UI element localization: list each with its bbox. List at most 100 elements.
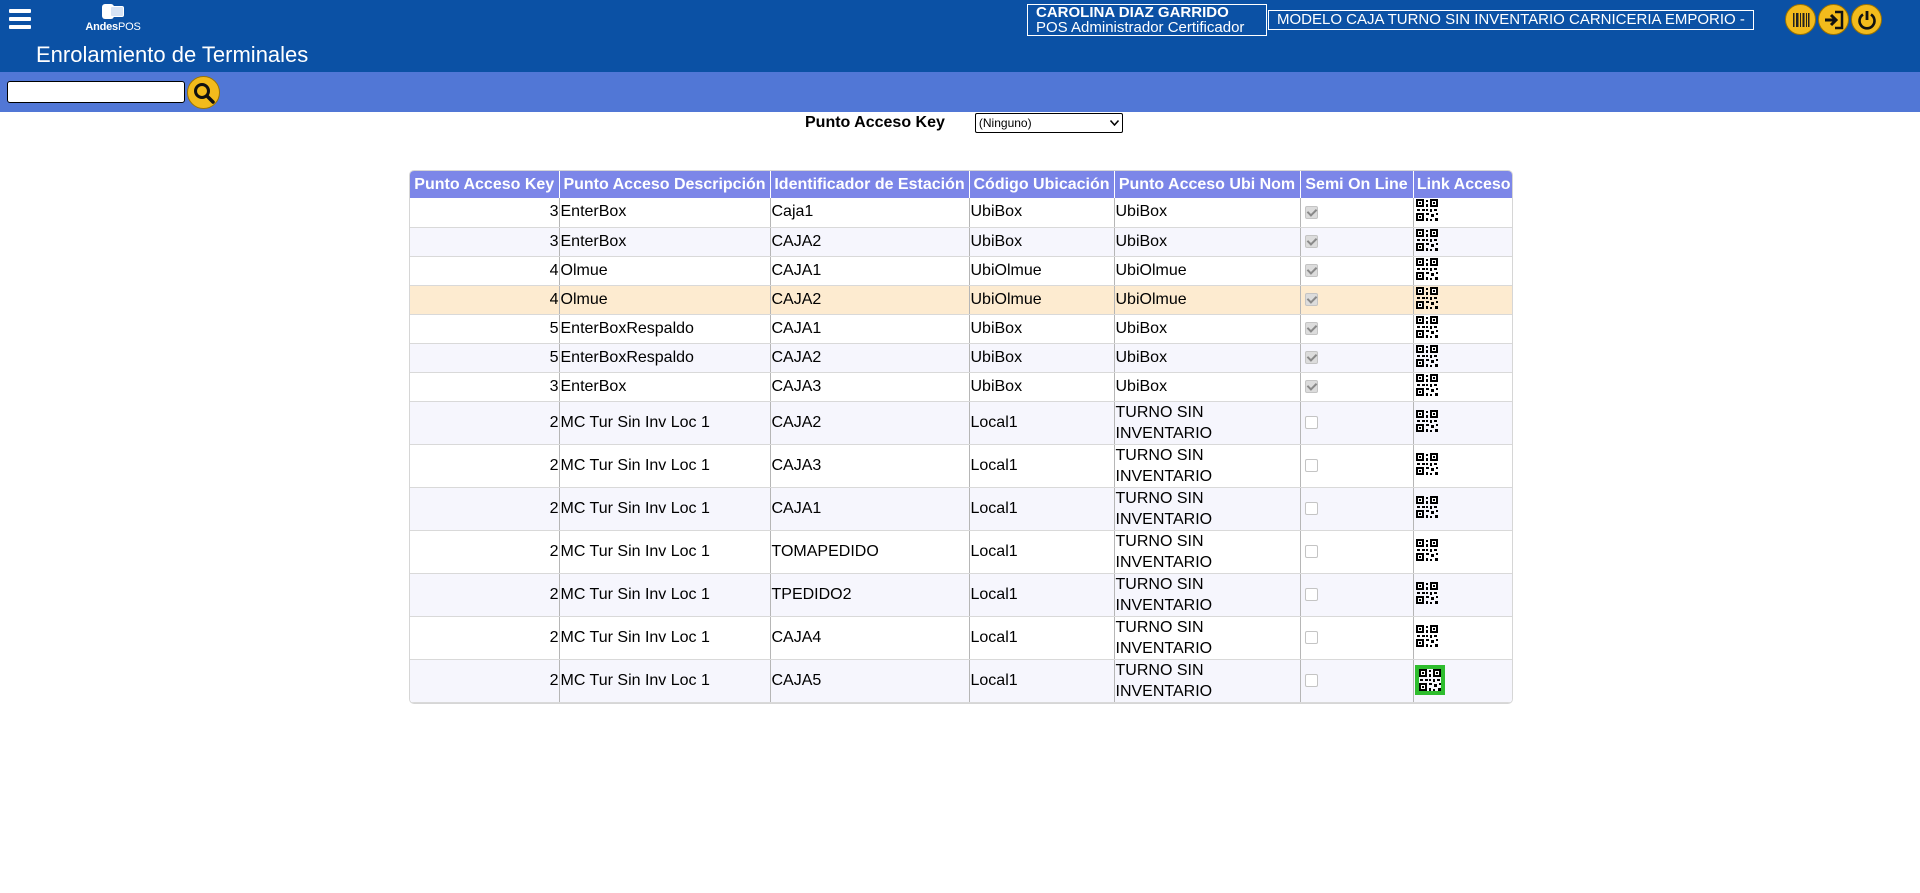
- cell-desc: MC Tur Sin Inv Loc 1: [559, 573, 771, 617]
- cell-link: [1413, 659, 1512, 703]
- cell-loc-code: Local1: [969, 659, 1115, 703]
- cell-link: [1413, 530, 1512, 574]
- cell-link: [1413, 401, 1512, 445]
- user-role: POS Administrador Certificador: [1036, 19, 1245, 36]
- qr-link-button[interactable]: [1415, 624, 1439, 648]
- table-row[interactable]: 4 Olmue CAJA1 UbiOlmue UbiOlmue: [410, 256, 1512, 286]
- cell-loc-name: UbiBox: [1114, 198, 1301, 228]
- cell-station: TPEDIDO2: [770, 573, 970, 617]
- login-icon[interactable]: [1818, 4, 1849, 35]
- qr-link-button[interactable]: [1415, 452, 1439, 476]
- qr-link-button[interactable]: [1415, 538, 1439, 562]
- power-icon[interactable]: [1851, 4, 1882, 35]
- cell-key: 5: [410, 343, 560, 373]
- semi-online-checkbox: [1304, 458, 1318, 472]
- cell-key: 2: [410, 659, 560, 703]
- cell-loc-name: UbiBox: [1114, 343, 1301, 373]
- qr-link-button[interactable]: [1415, 228, 1439, 252]
- col-header-link[interactable]: Link Acceso: [1413, 171, 1512, 198]
- model-selector[interactable]: MODELO CAJA TURNO SIN INVENTARIO CARNICE…: [1268, 10, 1754, 30]
- qr-link-button[interactable]: [1415, 373, 1439, 397]
- user-info: CAROLINA DIAZ GARRIDO POS Administrador …: [1027, 4, 1267, 36]
- cell-key: 2: [410, 530, 560, 574]
- cell-loc-name: UbiOlmue: [1114, 256, 1301, 286]
- barcode-icon[interactable]: [1785, 4, 1816, 35]
- col-header-loc-name[interactable]: Punto Acceso Ubi Nom: [1114, 171, 1301, 198]
- cell-key: 3: [410, 372, 560, 402]
- cell-desc: MC Tur Sin Inv Loc 1: [559, 401, 771, 445]
- cell-link: [1413, 314, 1512, 344]
- menu-icon[interactable]: [9, 9, 31, 29]
- table-row[interactable]: 3 EnterBox CAJA2 UbiBox UbiBox: [410, 227, 1512, 257]
- col-header-semi-online[interactable]: Semi On Line: [1300, 171, 1414, 198]
- col-header-desc[interactable]: Punto Acceso Descripción: [559, 171, 771, 198]
- table-row[interactable]: 2 MC Tur Sin Inv Loc 1 CAJA5 Local1 TURN…: [410, 659, 1512, 703]
- terminals-table: Punto Acceso Key Punto Acceso Descripció…: [410, 171, 1512, 703]
- page-title: Enrolamiento de Terminales: [36, 42, 309, 67]
- qr-link-button[interactable]: [1415, 409, 1439, 433]
- qr-code-icon: [1415, 452, 1438, 475]
- table-row[interactable]: 2 MC Tur Sin Inv Loc 1 CAJA3 Local1 TURN…: [410, 444, 1512, 488]
- col-header-loc-code[interactable]: Código Ubicación: [969, 171, 1115, 198]
- punto-acceso-key-select[interactable]: (Ninguno): [974, 113, 1123, 133]
- qr-link-button[interactable]: [1415, 344, 1439, 368]
- table-row[interactable]: 2 MC Tur Sin Inv Loc 1 TPEDIDO2 Local1 T…: [410, 573, 1512, 617]
- table-row[interactable]: 3 EnterBox CAJA3 UbiBox UbiBox: [410, 372, 1512, 402]
- cell-loc-name: UbiBox: [1114, 314, 1301, 344]
- table-row[interactable]: 5 EnterBoxRespaldo CAJA1 UbiBox UbiBox: [410, 314, 1512, 344]
- cell-link: [1413, 343, 1512, 373]
- cell-loc-code: Local1: [969, 616, 1115, 660]
- cell-semi-online: [1300, 198, 1414, 228]
- cell-semi-online: [1300, 227, 1414, 257]
- table-row[interactable]: 2 MC Tur Sin Inv Loc 1 CAJA2 Local1 TURN…: [410, 401, 1512, 445]
- cell-semi-online: [1300, 372, 1414, 402]
- cell-station: CAJA2: [770, 227, 970, 257]
- qr-link-button[interactable]: [1414, 665, 1445, 695]
- cell-loc-code: UbiOlmue: [969, 256, 1115, 286]
- qr-link-button[interactable]: [1415, 257, 1439, 281]
- cell-loc-name: UbiOlmue: [1114, 285, 1301, 315]
- table-row[interactable]: 3 EnterBox Caja1 UbiBox UbiBox: [410, 198, 1512, 228]
- qr-code-icon: [1415, 315, 1438, 338]
- cell-station: CAJA1: [770, 487, 970, 531]
- cell-desc: EnterBox: [559, 227, 771, 257]
- cell-station: CAJA2: [770, 401, 970, 445]
- cell-desc: MC Tur Sin Inv Loc 1: [559, 659, 771, 703]
- table-row[interactable]: 4 Olmue CAJA2 UbiOlmue UbiOlmue: [410, 285, 1512, 315]
- semi-online-checkbox: [1304, 630, 1318, 644]
- qr-link-button[interactable]: [1415, 495, 1439, 519]
- user-name: CAROLINA DIAZ GARRIDO: [1036, 4, 1229, 21]
- cell-loc-code: Local1: [969, 487, 1115, 531]
- cell-semi-online: [1300, 616, 1414, 660]
- cell-link: [1413, 198, 1512, 228]
- cell-key: 2: [410, 616, 560, 660]
- semi-online-checkbox: [1304, 379, 1318, 393]
- cell-semi-online: [1300, 659, 1414, 703]
- cell-key: 3: [410, 198, 560, 228]
- cell-loc-name: TURNO SIN INVENTARIO: [1114, 616, 1301, 660]
- qr-code-icon: [1415, 228, 1438, 251]
- qr-link-button[interactable]: [1415, 286, 1439, 310]
- table-row[interactable]: 2 MC Tur Sin Inv Loc 1 TOMAPEDIDO Local1…: [410, 530, 1512, 574]
- table-row[interactable]: 2 MC Tur Sin Inv Loc 1 CAJA4 Local1 TURN…: [410, 616, 1512, 660]
- search-button[interactable]: [187, 76, 220, 109]
- qr-code-icon: [1415, 409, 1438, 432]
- cell-loc-code: Local1: [969, 401, 1115, 445]
- qr-link-button[interactable]: [1415, 315, 1439, 339]
- filter-label: Punto Acceso Key: [805, 114, 945, 131]
- col-header-key[interactable]: Punto Acceso Key: [410, 171, 560, 198]
- qr-code-icon: [1418, 669, 1441, 691]
- cell-station: CAJA4: [770, 616, 970, 660]
- qr-link-button[interactable]: [1415, 198, 1439, 222]
- logo-text-thin: POS: [117, 21, 141, 33]
- terminals-grid: Punto Acceso Key Punto Acceso Descripció…: [409, 170, 1513, 704]
- qr-link-button[interactable]: [1415, 581, 1439, 605]
- table-row[interactable]: 5 EnterBoxRespaldo CAJA2 UbiBox UbiBox: [410, 343, 1512, 373]
- cell-desc: MC Tur Sin Inv Loc 1: [559, 530, 771, 574]
- table-row[interactable]: 2 MC Tur Sin Inv Loc 1 CAJA1 Local1 TURN…: [410, 487, 1512, 531]
- header-actions: [1785, 4, 1882, 35]
- search-input[interactable]: [7, 81, 185, 103]
- cell-semi-online: [1300, 401, 1414, 445]
- cell-link: [1413, 285, 1512, 315]
- col-header-station[interactable]: Identificador de Estación: [770, 171, 970, 198]
